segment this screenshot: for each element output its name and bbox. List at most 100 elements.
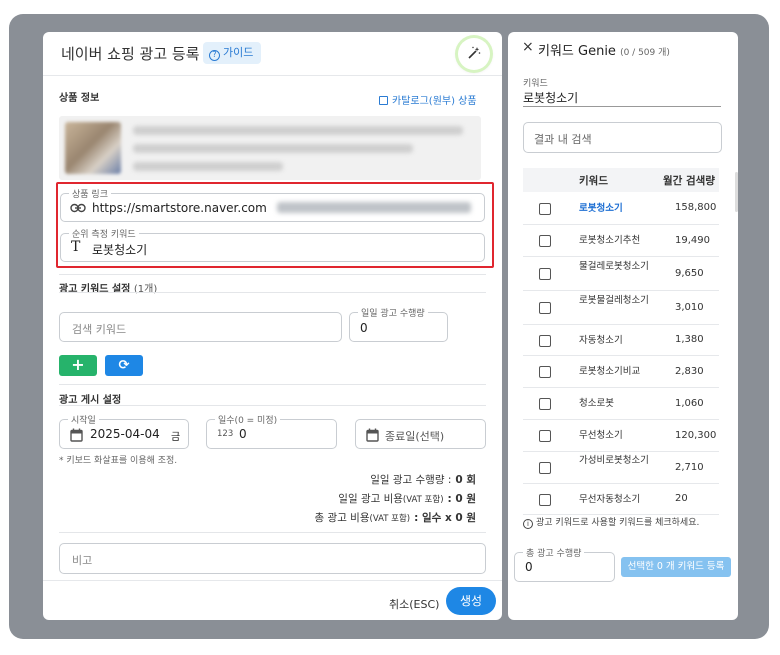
- table-row[interactable]: 무선자동청소기 20: [523, 484, 719, 515]
- daily-runs-label: 일일 광고 수행량: [358, 306, 428, 319]
- summary-daily-runs: 일일 광고 수행량 :0 회: [370, 472, 476, 487]
- tip-label: 광고 키워드로 사용할 키워드를 체크하세요.: [536, 518, 700, 528]
- volume-cell: 2,830: [675, 365, 704, 377]
- table-row[interactable]: 로봇청소기 158,800: [523, 192, 719, 225]
- start-date-value: 2025-04-04: [90, 427, 160, 441]
- catalog-product-checkbox[interactable]: 카탈로그(원부) 상품: [379, 92, 477, 107]
- row-checkbox[interactable]: [539, 430, 551, 442]
- row-checkbox[interactable]: [539, 493, 551, 506]
- table-row[interactable]: 물걸레로봇청소기 9,650: [523, 257, 719, 291]
- start-date-label: 시작일: [68, 413, 99, 426]
- divider: [59, 384, 486, 385]
- divider: [59, 532, 486, 533]
- summary-value: 0 회: [455, 474, 476, 486]
- scrollbar[interactable]: [735, 172, 738, 212]
- keyword-cell: 가성비로봇청소기: [579, 455, 649, 466]
- keyword-setting-label: 광고 키워드 설정: [59, 284, 131, 295]
- volume-cell: 1,380: [675, 334, 704, 345]
- plus-icon: +: [71, 355, 85, 374]
- product-link-label: 상품 링크: [69, 187, 111, 200]
- start-date-input[interactable]: 시작일 2025-04-04 금: [59, 413, 189, 449]
- keyword-cell: 청소로봇: [579, 398, 614, 409]
- rank-keyword-field[interactable]: 순위 측정 키워드 T 로봇청소기: [60, 227, 485, 262]
- register-keywords-button[interactable]: 선택한 0 개 키워드 등록: [621, 557, 731, 577]
- row-checkbox[interactable]: [539, 302, 551, 314]
- row-checkbox[interactable]: [539, 202, 551, 215]
- daily-runs-value: 0: [360, 321, 368, 335]
- volume-cell: 1,060: [675, 397, 704, 409]
- row-checkbox[interactable]: [539, 235, 551, 247]
- summary-daily-cost: 일일 광고 비용(VAT 포함): 0 원: [338, 491, 476, 506]
- catalog-label: 카탈로그(원부) 상품: [392, 96, 477, 107]
- checkbox-icon: [379, 96, 388, 105]
- magic-wand-icon[interactable]: [458, 38, 490, 70]
- days-input[interactable]: 일수(0 = 미정) 123 0: [206, 413, 337, 449]
- table-header: 키워드 월간 검색량: [523, 168, 719, 192]
- panel-header: 네이버 쇼핑 광고 등록 ? 가이드: [43, 32, 502, 76]
- blurred-url-path: [277, 202, 471, 213]
- row-checkbox[interactable]: [539, 398, 551, 410]
- total-runs-input[interactable]: 총 광고 수행량 0: [514, 546, 615, 582]
- total-runs-value: 0: [525, 560, 533, 574]
- daily-runs-input[interactable]: 일일 광고 수행량 0: [349, 306, 448, 342]
- table-row[interactable]: 자동청소기 1,380: [523, 325, 719, 356]
- calendar-icon: [70, 428, 83, 442]
- close-icon[interactable]: ×: [522, 39, 534, 55]
- summary-label: 일일 광고 수행량 :: [370, 474, 452, 486]
- table-row[interactable]: 로봇청소기추천 19,490: [523, 225, 719, 257]
- vat-note: (VAT 포함): [369, 514, 411, 524]
- row-checkbox[interactable]: [539, 334, 551, 347]
- help-icon: ?: [209, 50, 220, 61]
- table-row[interactable]: 로봇물걸레청소기 3,010: [523, 291, 719, 325]
- summary-label: 총 광고 비용: [314, 512, 370, 524]
- volume-cell: 9,650: [675, 267, 704, 279]
- end-date-input[interactable]: 종료일(선택): [355, 419, 486, 449]
- volume-cell: 2,710: [675, 461, 704, 473]
- vat-note: (VAT 포함): [402, 495, 444, 505]
- row-checkbox[interactable]: [539, 268, 551, 280]
- keyword-input[interactable]: 로봇청소기: [523, 89, 721, 107]
- product-link-field[interactable]: 상품 링크 https://smartstore.naver.com: [60, 187, 485, 222]
- end-date-placeholder: 종료일(선택): [385, 430, 445, 443]
- row-checkbox[interactable]: [539, 366, 551, 378]
- schedule-title: 광고 게시 설정: [59, 395, 122, 406]
- create-button[interactable]: 생성: [446, 587, 496, 615]
- panel-title: 키워드 Genie (0 / 509 개): [538, 40, 670, 59]
- product-preview: [59, 116, 481, 180]
- table-row[interactable]: 로봇청소기비교 2,830: [523, 356, 719, 388]
- info-icon: i: [523, 519, 533, 529]
- total-runs-label: 총 광고 수행량: [523, 546, 585, 559]
- keyboard-hint: * 키보드 화살표를 이용해 조정.: [59, 456, 178, 466]
- refresh-button[interactable]: ⟳: [105, 355, 143, 376]
- table-row[interactable]: 청소로봇 1,060: [523, 388, 719, 420]
- panel-footer: 취소(ESC) 생성: [43, 580, 502, 620]
- column-keyword: 키워드: [579, 175, 608, 187]
- divider: [59, 274, 486, 275]
- keyword-genie-panel: × 키워드 Genie (0 / 509 개) 키워드 로봇청소기 결과 내 검…: [508, 32, 738, 620]
- volume-cell: 3,010: [675, 301, 704, 313]
- text-type-icon: T: [71, 239, 81, 255]
- start-day-label: 금: [171, 432, 181, 443]
- search-keyword-placeholder: 검색 키워드: [72, 323, 127, 336]
- cancel-button[interactable]: 취소(ESC): [389, 596, 439, 612]
- search-keyword-input[interactable]: 검색 키워드: [59, 312, 342, 342]
- summary-value: : 0 원: [447, 493, 476, 505]
- guide-button[interactable]: ? 가이드: [203, 42, 262, 64]
- volume-cell: 158,800: [675, 202, 717, 213]
- result-search-input[interactable]: 결과 내 검색: [523, 122, 722, 153]
- note-input[interactable]: 비고: [59, 543, 486, 574]
- days-label: 일수(0 = 미정): [215, 413, 281, 426]
- row-checkbox[interactable]: [539, 462, 551, 474]
- divider: [59, 292, 486, 293]
- table-row[interactable]: 가성비로봇청소기 2,710: [523, 452, 719, 484]
- keyword-cell: 로봇청소기: [579, 202, 623, 214]
- blurred-product-name: [133, 144, 413, 153]
- volume-cell: 20: [675, 493, 688, 504]
- summary-value: : 일수 x 0 원: [414, 512, 476, 524]
- add-keyword-button[interactable]: +: [59, 355, 97, 376]
- ad-registration-panel: 네이버 쇼핑 광고 등록 ? 가이드 상품 정보 카탈로그(원부) 상품 상품 링…: [43, 32, 502, 620]
- keyword-cell: 자동청소기: [579, 334, 623, 346]
- divider: [59, 405, 486, 406]
- table-row[interactable]: 무선청소기 120,300: [523, 420, 719, 452]
- number-type-icon: 123: [217, 429, 234, 439]
